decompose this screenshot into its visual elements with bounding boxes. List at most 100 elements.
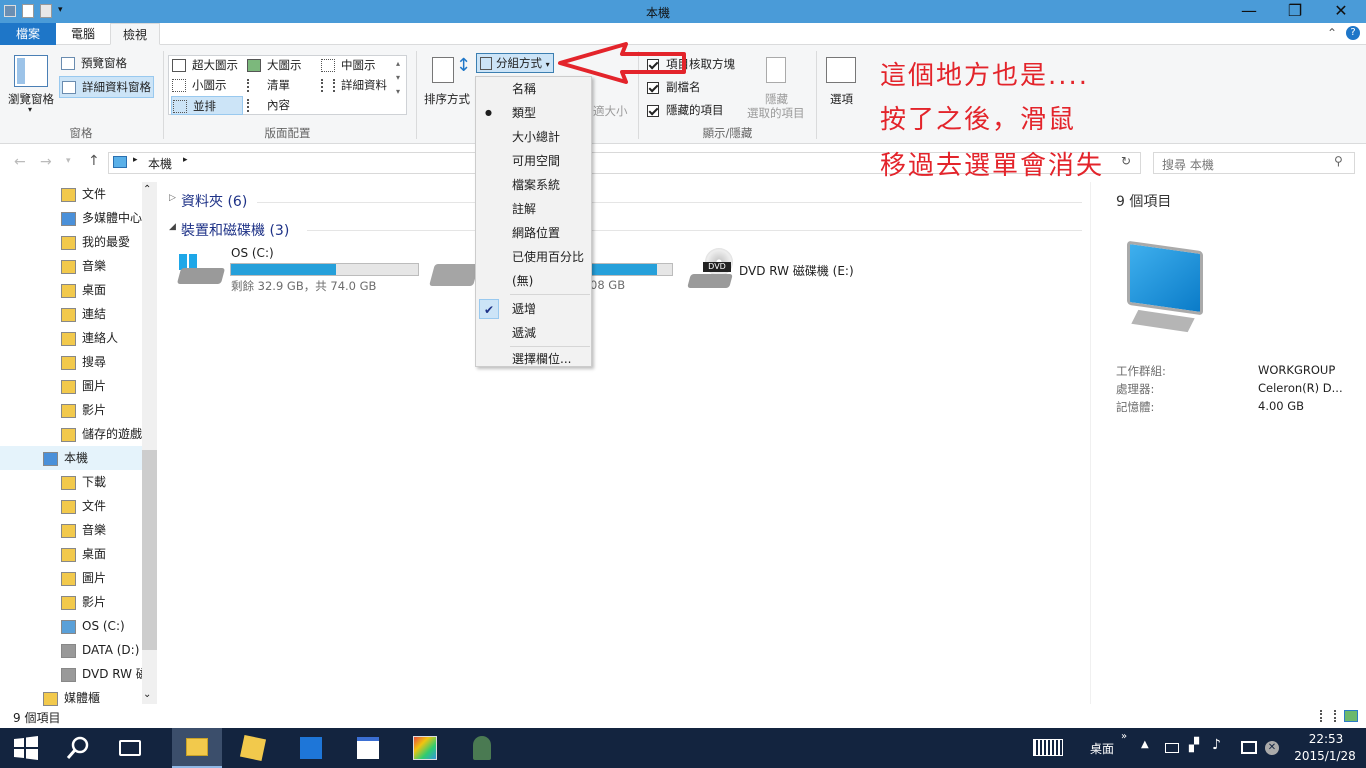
- nav-item[interactable]: 圖片: [61, 566, 106, 590]
- nav-item[interactable]: 文件: [61, 182, 106, 206]
- dvd-drive-name[interactable]: DVD RW 磁碟機 (E:): [739, 262, 854, 279]
- options-button[interactable]: 選項: [830, 91, 853, 107]
- nav-item[interactable]: 連結: [61, 302, 106, 326]
- choose-columns-option[interactable]: 選擇欄位...: [476, 347, 591, 371]
- layout-tiles[interactable]: 並排: [171, 96, 243, 115]
- group-by-button[interactable]: 分組方式 ▾: [476, 53, 554, 73]
- battery-icon[interactable]: [1165, 743, 1179, 753]
- drive-d-icon[interactable]: [429, 264, 479, 286]
- preview-pane-button[interactable]: 預覽窗格: [61, 55, 127, 71]
- clock-time[interactable]: 22:53: [1290, 732, 1362, 746]
- tab-view[interactable]: 檢視: [110, 23, 160, 45]
- group-by-option[interactable]: ● 類型: [476, 101, 591, 125]
- group-by-option[interactable]: (無): [476, 269, 591, 293]
- layout-medium-icons[interactable]: 中圖示: [321, 56, 376, 75]
- group-by-option[interactable]: 檔案系統: [476, 173, 591, 197]
- large-icons-view-icon[interactable]: [1344, 710, 1358, 722]
- sort-by-icon[interactable]: [432, 57, 454, 83]
- tab-file[interactable]: 檔案: [0, 23, 56, 45]
- size-columns-button[interactable]: 適大小: [593, 103, 628, 119]
- address-path[interactable]: 本機: [148, 155, 172, 172]
- maximize-button[interactable]: ❐: [1272, 0, 1318, 23]
- double-chevron-icon[interactable]: »: [1121, 731, 1127, 742]
- sort-order-option[interactable]: ✔ 遞增: [476, 297, 591, 321]
- nav-item[interactable]: 多媒體中心: [61, 206, 142, 230]
- app-taskbar-button[interactable]: [457, 728, 507, 768]
- back-arrow-icon[interactable]: ←: [14, 154, 26, 170]
- file-explorer-taskbar-button[interactable]: [172, 728, 222, 768]
- details-view-icon[interactable]: [1320, 710, 1336, 722]
- close-button[interactable]: ✕: [1318, 0, 1364, 23]
- volume-icon[interactable]: ♪: [1212, 737, 1221, 753]
- store-taskbar-button[interactable]: [286, 728, 336, 768]
- minimize-button[interactable]: —: [1226, 0, 1272, 23]
- nav-item[interactable]: 我的最愛: [61, 230, 130, 254]
- group-by-option[interactable]: 已使用百分比: [476, 245, 591, 269]
- checkbox-checked[interactable]: [647, 104, 659, 117]
- nav-item[interactable]: 搜尋: [61, 350, 106, 374]
- keyboard-icon[interactable]: [1033, 739, 1063, 756]
- notepad-taskbar-button[interactable]: [343, 728, 393, 768]
- layout-scroll-arrows[interactable]: ▴ ▾ ▾: [396, 57, 400, 99]
- layout-content[interactable]: 內容: [247, 96, 290, 115]
- nav-item[interactable]: 連絡人: [61, 326, 118, 350]
- nav-item[interactable]: 影片: [61, 398, 106, 422]
- nav-item[interactable]: 本機: [0, 446, 142, 470]
- hidden-items-toggle[interactable]: 隱藏的項目: [647, 102, 724, 118]
- layout-list[interactable]: 清單: [247, 76, 290, 95]
- collapse-ribbon-icon[interactable]: ⌃: [1327, 26, 1337, 40]
- forward-arrow-icon[interactable]: →: [40, 154, 52, 170]
- nav-scrollbar-thumb[interactable]: [142, 450, 157, 650]
- hide-selected-line2[interactable]: 選取的項目: [747, 105, 805, 121]
- drive-c-icon[interactable]: [176, 250, 226, 288]
- nav-item[interactable]: 影片: [61, 590, 106, 614]
- refresh-icon[interactable]: ↻: [1121, 154, 1131, 168]
- collapse-icon[interactable]: ◢: [169, 222, 176, 232]
- nav-item[interactable]: 下載: [61, 470, 106, 494]
- scroll-up-icon[interactable]: ⌃: [143, 184, 151, 195]
- sort-by-button[interactable]: 排序方式: [424, 91, 470, 107]
- scroll-down-icon[interactable]: ⌄: [143, 689, 151, 700]
- group-by-option[interactable]: 註解: [476, 197, 591, 221]
- details-pane-button[interactable]: 詳細資料窗格: [59, 76, 154, 98]
- show-hidden-icons[interactable]: ▲: [1141, 739, 1149, 750]
- dvd-drive-icon[interactable]: DVD: [687, 248, 735, 290]
- recent-chevron-icon[interactable]: ▾: [66, 156, 71, 166]
- sort-order-option[interactable]: 遞減: [476, 321, 591, 345]
- nav-item[interactable]: 圖片: [61, 374, 106, 398]
- nav-item[interactable]: 儲存的遊戲: [61, 422, 142, 446]
- layout-large-icons[interactable]: 大圖示: [247, 56, 302, 75]
- nav-item[interactable]: 桌面: [61, 278, 106, 302]
- layout-small-icons[interactable]: 小圖示: [172, 76, 227, 95]
- search-input[interactable]: 搜尋 本機: [1153, 152, 1355, 174]
- nav-item[interactable]: DVD RW 磁: [61, 662, 148, 686]
- nav-item[interactable]: DATA (D:): [61, 638, 139, 662]
- start-button[interactable]: [0, 728, 52, 768]
- nav-item[interactable]: 音樂: [61, 518, 106, 542]
- action-center-icon[interactable]: [1241, 741, 1257, 754]
- drive-c-name[interactable]: OS (C:): [231, 246, 274, 260]
- help-icon[interactable]: ?: [1346, 26, 1360, 40]
- layout-details[interactable]: 詳細資料: [321, 76, 387, 95]
- search-icon[interactable]: [52, 728, 104, 768]
- group-header-devices[interactable]: 裝置和磁碟機 (3): [181, 220, 289, 240]
- nav-item[interactable]: 文件: [61, 494, 106, 518]
- group-by-option[interactable]: 網路位置: [476, 221, 591, 245]
- notification-icon[interactable]: ✕: [1265, 741, 1279, 755]
- nav-item[interactable]: OS (C:): [61, 614, 125, 638]
- group-by-option[interactable]: 可用空間: [476, 149, 591, 173]
- nav-item[interactable]: 桌面: [61, 542, 106, 566]
- group-by-option[interactable]: 大小總計: [476, 125, 591, 149]
- nav-item[interactable]: 音樂: [61, 254, 106, 278]
- navigation-pane-icon[interactable]: [14, 55, 48, 87]
- layout-extra-large-icons[interactable]: 超大圖示: [172, 56, 238, 75]
- expand-icon[interactable]: ▷: [169, 193, 176, 203]
- tray-desktop-label[interactable]: 桌面: [1090, 740, 1114, 757]
- maps-taskbar-button[interactable]: [228, 728, 278, 768]
- group-header-folders[interactable]: 資料夾 (6): [181, 191, 247, 211]
- network-icon[interactable]: ▞: [1189, 738, 1199, 753]
- paint-taskbar-button[interactable]: [400, 728, 450, 768]
- up-arrow-icon[interactable]: ↑: [88, 153, 100, 169]
- task-view-icon[interactable]: [104, 728, 156, 768]
- tab-computer[interactable]: 電腦: [58, 23, 108, 45]
